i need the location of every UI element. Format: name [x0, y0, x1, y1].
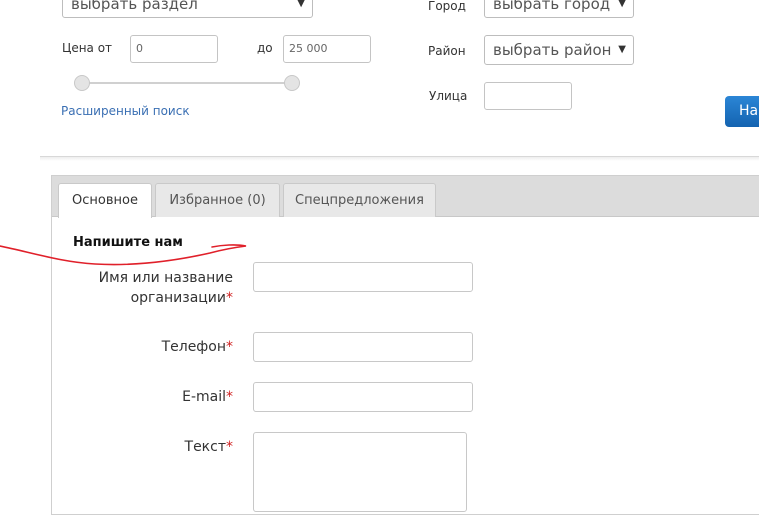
annotation-underline [0, 244, 247, 266]
annotation-stroke [0, 244, 247, 266]
